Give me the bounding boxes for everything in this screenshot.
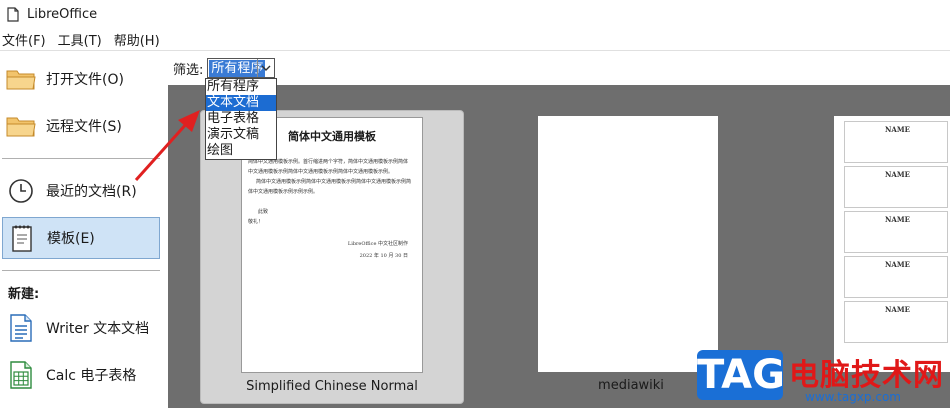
card-title: NAME bbox=[885, 170, 910, 179]
preview-line: 简体中文通用模板示例简体中文通用模板示例简体中文通用模板示例简 bbox=[256, 179, 412, 185]
filter-options-list: 所有程序 文本文档 电子表格 演示文稿 绘图 bbox=[205, 78, 277, 160]
start-center-sidebar: 打开文件(O) 远程文件(S) 最近的文档(R) 模板(E) 新建: Write… bbox=[0, 51, 168, 408]
title-bar: LibreOffice bbox=[0, 0, 950, 28]
clock-icon bbox=[6, 176, 36, 206]
writer-icon bbox=[6, 313, 36, 343]
preview-closing: 敬礼！ bbox=[248, 219, 264, 225]
filter-option[interactable]: 文本文档 bbox=[206, 95, 276, 111]
sidebar-item-label: 远程文件(S) bbox=[46, 119, 122, 135]
new-heading: 新建: bbox=[8, 287, 40, 302]
menu-tools[interactable]: 工具(T) bbox=[56, 30, 108, 49]
sidebar-item-label: 最近的文档(R) bbox=[46, 184, 137, 200]
filter-option[interactable]: 所有程序 bbox=[206, 79, 276, 95]
card-preview: NAME bbox=[844, 121, 948, 163]
sidebar-item-label: 模板(E) bbox=[47, 231, 95, 247]
template-icon bbox=[7, 223, 37, 253]
libreoffice-icon bbox=[7, 6, 19, 22]
menu-file[interactable]: 文件(F) bbox=[0, 30, 52, 49]
preview-signature: LibreOffice 中文社区制作 bbox=[347, 241, 408, 247]
menu-bar: 文件(F) 工具(T) 帮助(H) bbox=[0, 28, 950, 51]
filter-option[interactable]: 绘图 bbox=[206, 143, 276, 159]
sidebar-item-new-writer[interactable]: Writer 文本文档 bbox=[2, 307, 160, 349]
sidebar-item-label: Writer 文本文档 bbox=[46, 321, 150, 337]
card-preview: NAME bbox=[844, 166, 948, 208]
sidebar-separator bbox=[2, 270, 160, 271]
calc-icon bbox=[6, 360, 36, 390]
card-preview: NAME bbox=[844, 301, 948, 343]
template-thumbnail bbox=[538, 116, 718, 372]
preview-closing: 此致 bbox=[258, 209, 269, 215]
template-name: Simplified Chinese Normal bbox=[246, 379, 418, 394]
card-title: NAME bbox=[885, 125, 910, 134]
watermark-text: 电脑技术网 bbox=[789, 358, 944, 393]
window-title: LibreOffice bbox=[27, 6, 98, 22]
card-preview: NAME bbox=[844, 211, 948, 253]
filter-dropdown[interactable]: 所有程序 bbox=[207, 58, 276, 78]
watermark-logo: TAG bbox=[697, 350, 785, 400]
filter-row: 筛选: 所有程序 bbox=[173, 57, 276, 79]
chevron-down-icon[interactable] bbox=[257, 59, 274, 77]
menu-help[interactable]: 帮助(H) bbox=[112, 30, 166, 49]
preview-date: 2022 年 10 月 30 日 bbox=[359, 253, 408, 259]
filter-option[interactable]: 演示文稿 bbox=[206, 127, 276, 143]
template-thumbnail: NAME NAME NAME NAME NAME bbox=[834, 116, 950, 372]
card-preview: NAME bbox=[844, 256, 948, 298]
folder-icon bbox=[6, 64, 36, 94]
watermark-url: www.tagxp.com bbox=[805, 390, 901, 404]
remote-folder-icon bbox=[6, 111, 36, 141]
preview-line: 体中文通用模板示例示例示例。 bbox=[248, 189, 319, 195]
sidebar-item-label: 打开文件(O) bbox=[46, 72, 124, 88]
sidebar-item-new-calc[interactable]: Calc 电子表格 bbox=[2, 354, 160, 396]
sidebar-item-templates[interactable]: 模板(E) bbox=[2, 217, 160, 259]
card-title: NAME bbox=[885, 260, 910, 269]
preview-line: 中文通用模板示例简体中文通用模板示例简体中文通用模板示例。 bbox=[248, 169, 394, 175]
filter-option[interactable]: 电子表格 bbox=[206, 111, 276, 127]
card-title: NAME bbox=[885, 215, 910, 224]
sidebar-item-label: Calc 电子表格 bbox=[46, 368, 137, 384]
card-title: NAME bbox=[885, 305, 910, 314]
filter-label: 筛选: bbox=[173, 62, 204, 78]
sidebar-item-open-file[interactable]: 打开文件(O) bbox=[2, 58, 160, 100]
annotation-arrow bbox=[134, 110, 200, 182]
watermark: TAG 电脑技术网 www.tagxp.com bbox=[697, 350, 950, 408]
